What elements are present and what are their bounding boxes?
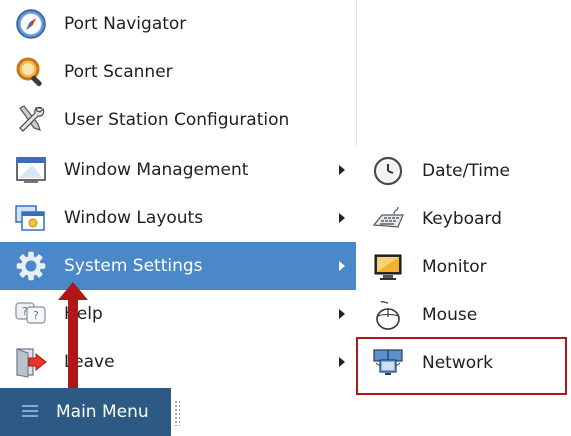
menu-item-label: Window Layouts <box>64 208 204 228</box>
gear-icon <box>16 251 46 281</box>
menu-item-label: Port Scanner <box>64 62 173 82</box>
mouse-icon <box>376 301 400 330</box>
window-management-icon <box>16 157 46 183</box>
keyboard-icon <box>372 206 404 228</box>
network-icon <box>373 349 403 375</box>
menu-item-port-navigator[interactable]: Port Navigator <box>0 0 356 48</box>
taskbar-label: Main Menu <box>56 402 149 422</box>
menu-item-label: Window Management <box>64 160 249 180</box>
menu-item-label: System Settings <box>64 256 203 276</box>
menu-item-port-scanner[interactable]: Port Scanner <box>0 48 356 96</box>
submenu-arrow-icon <box>339 357 345 367</box>
submenu-arrow-icon <box>339 165 345 175</box>
svg-text:?: ? <box>33 309 39 322</box>
compass-icon <box>16 9 46 39</box>
taskbar-main-menu-button[interactable]: Main Menu <box>0 388 171 436</box>
submenu-item-label: Date/Time <box>422 161 510 181</box>
menu-item-leave[interactable]: Leave <box>0 338 356 386</box>
tools-icon <box>19 105 45 132</box>
menu-item-window-management[interactable]: Window Management <box>0 146 356 194</box>
monitor-icon <box>374 254 402 280</box>
menu-item-label: User Station Configuration <box>64 110 290 130</box>
submenu-arrow-icon <box>339 261 345 271</box>
menu-item-window-layouts[interactable]: Window Layouts <box>0 194 356 242</box>
system-settings-submenu: Date/Time Keyboard Monitor Mouse Network <box>356 147 571 387</box>
hamburger-menu-icon <box>22 405 38 417</box>
taskbar-drag-handle[interactable] <box>174 400 180 426</box>
leave-icon <box>16 348 47 378</box>
submenu-item-label: Network <box>422 353 493 373</box>
magnifier-icon <box>16 57 42 87</box>
submenu-arrow-icon <box>339 213 345 223</box>
main-menu-panel: Port Navigator Port Scanner User Station… <box>0 0 357 387</box>
submenu-item-label: Monitor <box>422 257 487 277</box>
desktop: Port Navigator Port Scanner User Station… <box>0 0 571 436</box>
submenu-item-label: Keyboard <box>422 209 502 229</box>
submenu-item-label: Mouse <box>422 305 478 325</box>
window-layouts-icon <box>15 205 45 231</box>
submenu-item-keyboard[interactable]: Keyboard <box>356 195 571 243</box>
menu-item-help[interactable]: ? ? Help <box>0 290 356 338</box>
menu-item-label: Leave <box>64 352 115 372</box>
menu-item-user-station-configuration[interactable]: User Station Configuration <box>0 96 356 144</box>
submenu-arrow-icon <box>339 309 345 319</box>
menu-item-label: Port Navigator <box>64 14 187 34</box>
menu-item-label: Help <box>64 304 103 324</box>
submenu-item-network[interactable]: Network <box>356 339 571 387</box>
clock-icon <box>373 156 403 186</box>
submenu-item-date-time[interactable]: Date/Time <box>356 147 571 195</box>
help-icon: ? ? <box>15 302 46 324</box>
submenu-item-monitor[interactable]: Monitor <box>356 243 571 291</box>
menu-item-system-settings[interactable]: System Settings <box>0 242 356 290</box>
submenu-item-mouse[interactable]: Mouse <box>356 291 571 339</box>
